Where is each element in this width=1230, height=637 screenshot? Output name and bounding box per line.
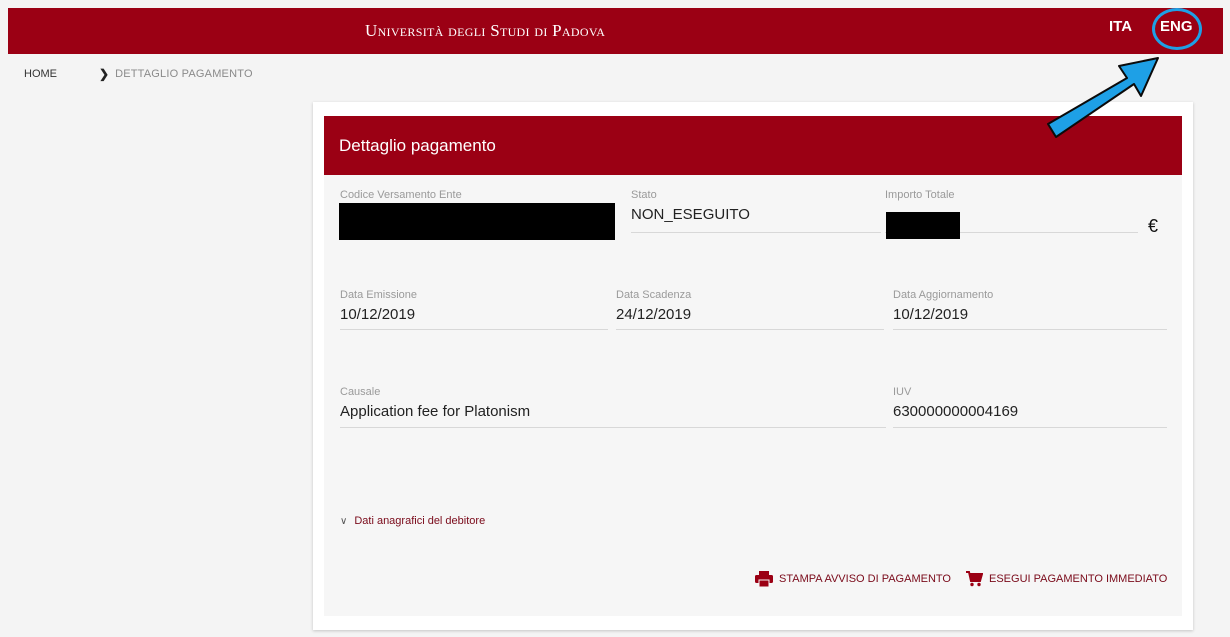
stato-value: NON_ESEGUITO (631, 206, 750, 223)
cart-icon (966, 571, 983, 587)
data-scadenza-label: Data Scadenza (616, 289, 692, 301)
causale-label: Causale (340, 386, 381, 398)
data-emissione-label: Data Emissione (340, 289, 418, 301)
highlight-circle (1152, 8, 1202, 50)
payment-panel: Dettaglio pagamento Codice Versamento En… (324, 116, 1182, 616)
top-bar: Università degli Studi di Padova (8, 8, 1223, 54)
print-notice-button[interactable]: STAMPA AVVISO DI PAGAMENTO (755, 571, 951, 587)
euro-currency-symbol: € (1148, 216, 1159, 236)
data-aggiornamento-label: Data Aggiornamento (893, 289, 994, 301)
redaction-box (339, 203, 615, 240)
stato-field: Stato NON_ESEGUITO (631, 189, 881, 233)
university-title: Università degli Studi di Padova (365, 21, 606, 40)
codice-versamento-label: Codice Versamento Ente (340, 189, 462, 201)
chevron-right-icon: ❯ (99, 67, 110, 81)
data-aggiornamento-field: Data Aggiornamento 10/12/2019 (893, 289, 1167, 330)
data-scadenza-field: Data Scadenza 24/12/2019 (616, 289, 884, 330)
causale-value: Application fee for Platonism (340, 403, 531, 420)
iuv-field: IUV 630000000004169 (893, 386, 1167, 428)
importo-totale-label: Importo Totale (885, 189, 955, 201)
chevron-down-icon: ∨ (340, 515, 348, 527)
data-scadenza-value: 24/12/2019 (616, 306, 692, 323)
stato-label: Stato (631, 189, 657, 201)
data-emissione-field: Data Emissione 10/12/2019 (340, 289, 608, 330)
debtor-details-label: Dati anagrafici del debitore (354, 515, 486, 527)
printer-icon (755, 571, 773, 587)
pay-now-button[interactable]: ESEGUI PAGAMENTO IMMEDIATO (966, 571, 1167, 587)
data-aggiornamento-value: 10/12/2019 (893, 306, 969, 323)
debtor-details-toggle[interactable]: ∨ Dati anagrafici del debitore (340, 515, 485, 527)
card-title: Dettaglio pagamento (324, 116, 1182, 175)
print-notice-label: STAMPA AVVISO DI PAGAMENTO (779, 573, 951, 585)
pay-now-label: ESEGUI PAGAMENTO IMMEDIATO (989, 573, 1168, 585)
breadcrumb-current: DETTAGLIO PAGAMENTO (115, 68, 253, 80)
language-ita-link[interactable]: ITA (1109, 18, 1132, 35)
payment-card: Dettaglio pagamento Codice Versamento En… (313, 102, 1193, 630)
data-emissione-value: 10/12/2019 (340, 306, 416, 323)
breadcrumb-home-link[interactable]: HOME (24, 68, 57, 80)
iuv-label: IUV (893, 386, 912, 398)
breadcrumb: HOME ❯ DETTAGLIO PAGAMENTO (24, 67, 253, 81)
iuv-value: 630000000004169 (893, 403, 1019, 420)
redaction-box (886, 212, 960, 239)
causale-field: Causale Application fee for Platonism (340, 386, 886, 428)
